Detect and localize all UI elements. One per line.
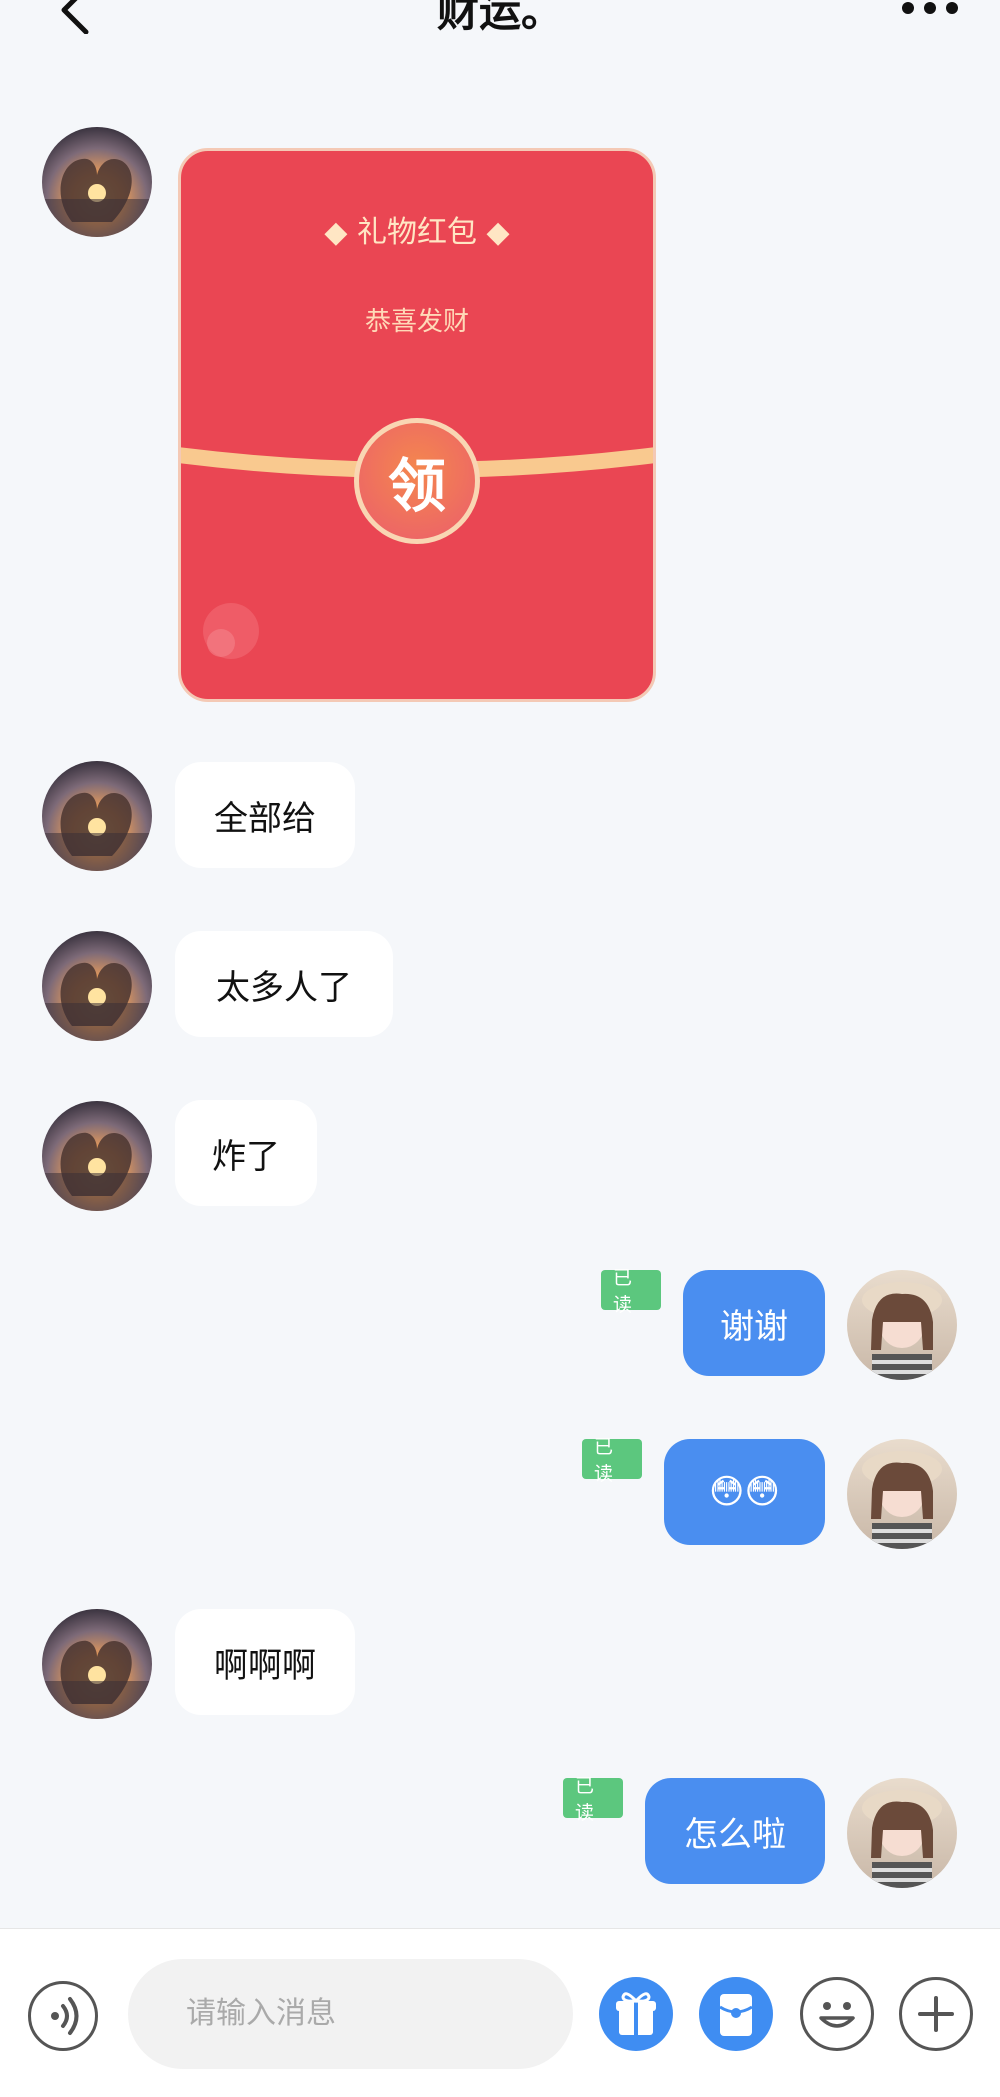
contact-avatar[interactable] — [42, 1609, 152, 1719]
read-status-badge: 已读 — [582, 1436, 642, 1485]
message-input[interactable]: 请输入消息 — [128, 1959, 573, 2069]
avatar-image — [42, 1101, 152, 1211]
message-composer: 请输入消息 — [0, 1928, 1000, 2097]
message-bubble-received[interactable]: 太多人了 — [175, 931, 393, 1037]
contact-avatar[interactable] — [42, 127, 152, 237]
my-avatar[interactable] — [847, 1439, 957, 1549]
voice-input-button[interactable] — [28, 1981, 98, 2051]
message-bubble-sent[interactable]: 😳😳 — [664, 1439, 825, 1545]
message-bubble-sent[interactable]: 谢谢 — [683, 1270, 825, 1376]
message-input-placeholder: 请输入消息 — [186, 1996, 336, 2031]
top-bar: 财运。 — [0, 0, 1000, 40]
red-packet-subtitle: 恭喜发财 — [364, 307, 469, 337]
avatar-image — [42, 931, 152, 1041]
contact-avatar[interactable] — [42, 761, 152, 871]
red-packet-title: ◆ 礼物红包 ◆ — [324, 215, 510, 250]
red-packet-card[interactable]: ◆ 礼物红包 ◆ 恭喜发财 领 — [178, 148, 656, 702]
avatar-image — [42, 761, 152, 871]
avatar-image — [847, 1270, 957, 1380]
message-bubble-sent[interactable]: 怎么啦 — [645, 1778, 825, 1884]
message-bubble-received[interactable]: 啊啊啊 — [175, 1609, 355, 1715]
gift-button[interactable] — [599, 1977, 673, 2051]
red-packet-button[interactable] — [699, 1977, 773, 2051]
my-avatar[interactable] — [847, 1778, 957, 1888]
emoji-button[interactable] — [800, 1977, 874, 2051]
gift-icon — [616, 1992, 656, 2035]
plus-icon — [918, 1996, 954, 2032]
avatar-image — [42, 127, 152, 237]
avatar-image — [847, 1778, 957, 1888]
message-bubble-received[interactable]: 炸了 — [175, 1100, 317, 1206]
avatar-image — [42, 1609, 152, 1719]
red-packet-decoration-icon — [203, 603, 259, 659]
contact-avatar[interactable] — [42, 931, 152, 1041]
voice-icon — [51, 1997, 79, 2035]
my-avatar[interactable] — [847, 1270, 957, 1380]
more-dots-icon — [902, 2, 958, 14]
more-actions-button[interactable] — [899, 1977, 973, 2051]
more-options-button[interactable] — [900, 0, 960, 20]
claim-red-packet-button[interactable]: 领 — [354, 418, 480, 544]
red-packet-icon — [719, 1994, 753, 2036]
chat-title: 财运。 — [436, 0, 563, 36]
read-status-badge: 已读 — [563, 1775, 623, 1824]
contact-avatar[interactable] — [42, 1101, 152, 1211]
read-status-badge: 已读 — [601, 1267, 661, 1316]
message-bubble-received[interactable]: 全部给 — [175, 762, 355, 868]
avatar-image — [847, 1439, 957, 1549]
smiley-icon — [819, 2002, 855, 2028]
